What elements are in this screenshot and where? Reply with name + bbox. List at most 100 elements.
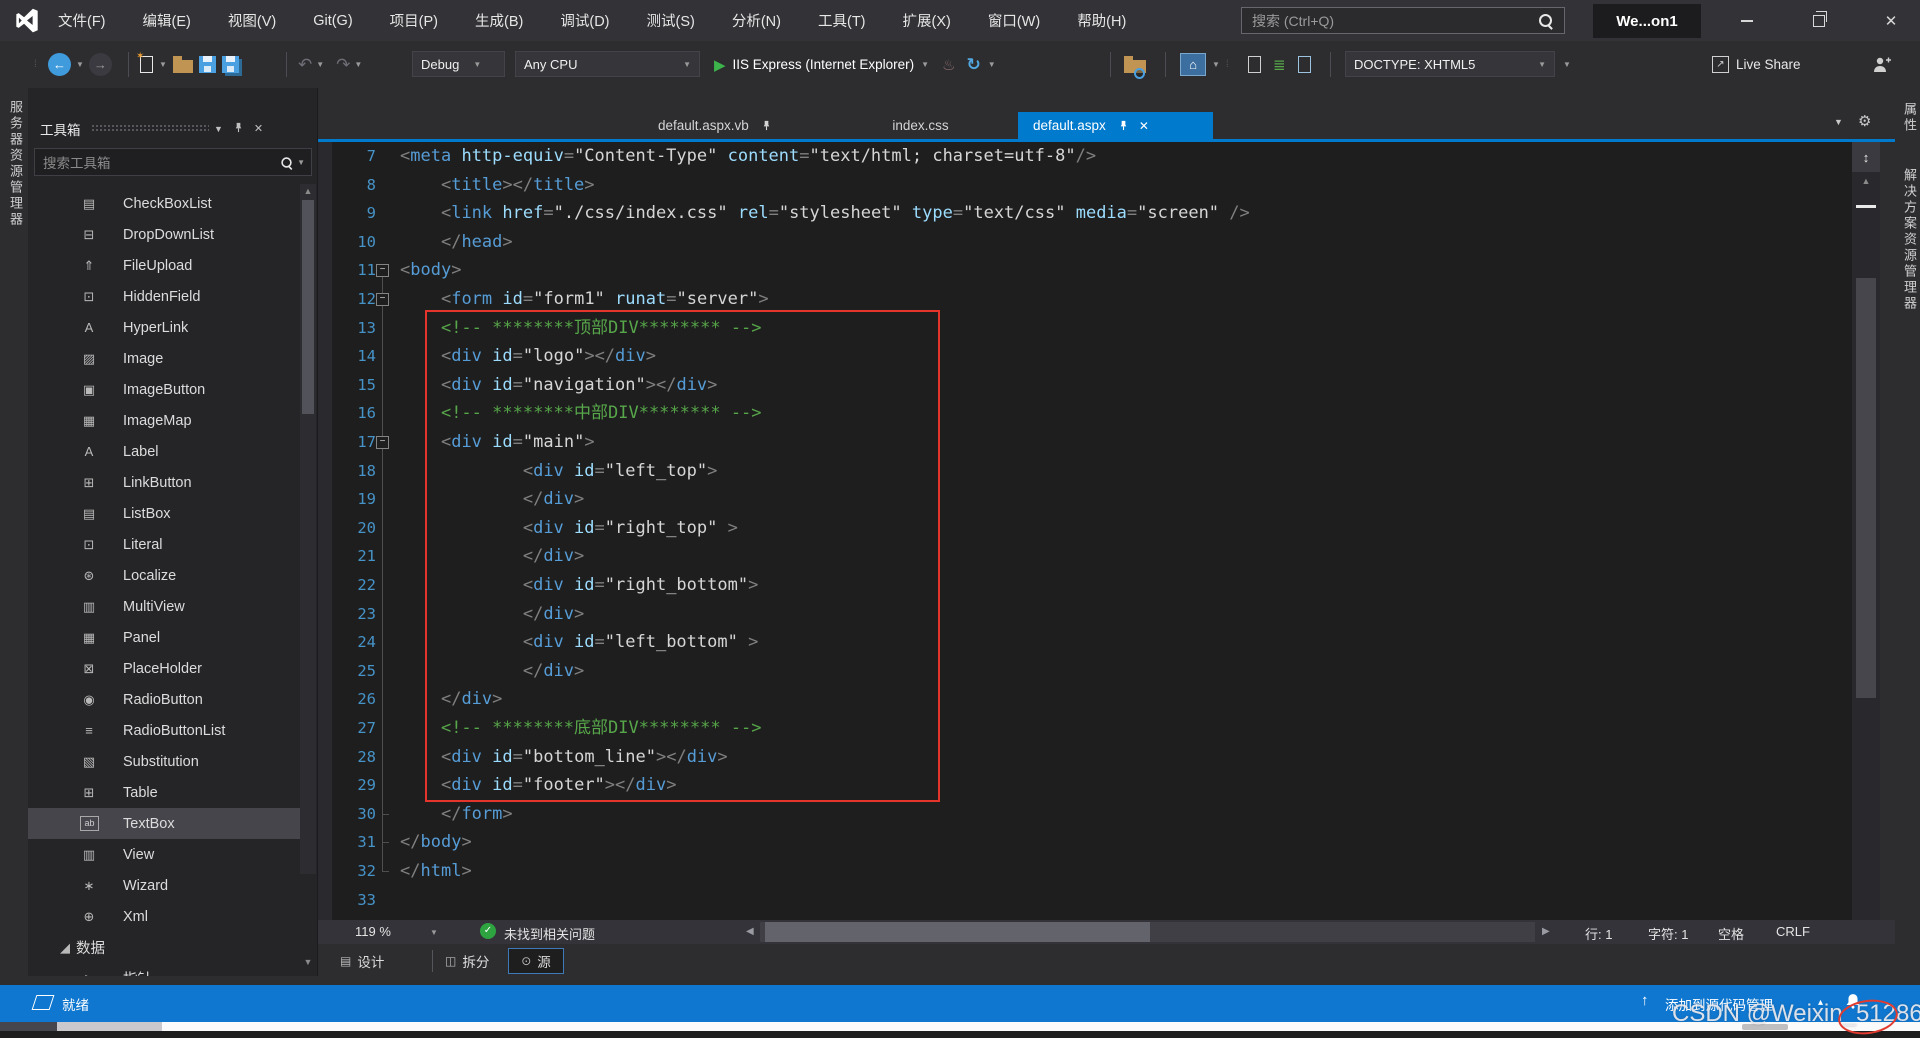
toolbox-item-substitution[interactable]: ▧Substitution <box>28 746 300 777</box>
editor-scrollbar-thumb[interactable] <box>1856 278 1876 698</box>
solution-configuration-dropdown[interactable]: Debug▼ <box>412 51 505 77</box>
hscroll-left-icon[interactable]: ◀ <box>746 926 754 937</box>
menu-item-3[interactable]: Git(G) <box>313 13 352 29</box>
code-line-8[interactable]: 8 <title></title> <box>318 171 1852 200</box>
toolbox-item-textbox[interactable]: abTextBox <box>28 808 300 839</box>
start-debug-button[interactable]: IIS Express (Internet Explorer) <box>733 57 915 72</box>
scroll-up-icon[interactable]: ▲ <box>1852 176 1880 192</box>
code-line-33[interactable]: 33 <box>318 886 1852 915</box>
toolbar-overflow-button[interactable]: ▼ <box>1563 60 1571 69</box>
menu-item-7[interactable]: 测试(S) <box>647 10 695 31</box>
toolbox-item-panel[interactable]: ▦Panel <box>28 622 300 653</box>
server-explorer-vertical-tab[interactable]: 服务器资源管理器 <box>6 100 25 228</box>
hot-reload-icon[interactable]: ♨ <box>942 56 955 74</box>
toolbox-item-multiview[interactable]: ▥MultiView <box>28 591 300 622</box>
code-line-30[interactable]: 30 </form> <box>318 800 1852 829</box>
redo-button[interactable]: ↷ <box>336 55 350 75</box>
source-view-button[interactable]: ⊙ 源 <box>508 948 564 974</box>
menu-item-10[interactable]: 扩展(X) <box>903 10 951 31</box>
toolbox-item-label[interactable]: ALabel <box>28 436 300 467</box>
toolbox-item-fileupload[interactable]: ⇑FileUpload <box>28 250 300 281</box>
code-line-31[interactable]: 31</body> <box>318 828 1852 857</box>
live-share-button[interactable]: Live Share <box>1736 57 1801 72</box>
toolbox-item-imagebutton[interactable]: ▣ImageButton <box>28 374 300 405</box>
open-file-button[interactable] <box>173 60 193 73</box>
navigate-forward-button[interactable]: → <box>89 53 112 76</box>
toolbox-item-linkbutton[interactable]: ⊞LinkButton <box>28 467 300 498</box>
toolbox-item-radiobutton[interactable]: ◉RadioButton <box>28 684 300 715</box>
code-line-11[interactable]: 11−<body> <box>318 256 1852 285</box>
global-search-input[interactable]: 搜索 (Ctrl+Q) <box>1241 7 1565 34</box>
document-dropdown-caret-icon[interactable]: ▼ <box>1834 117 1843 127</box>
toolbox-drag-texture[interactable] <box>91 124 209 133</box>
properties-vertical-tab[interactable]: 属性 <box>1900 102 1919 134</box>
browse-home-button[interactable]: ⌂ <box>1180 53 1206 76</box>
toolbox-item-table[interactable]: ⊞Table <box>28 777 300 808</box>
menu-item-12[interactable]: 帮助(H) <box>1077 10 1126 31</box>
horizontal-scrollbar-thumb[interactable] <box>765 922 1150 942</box>
toolbar-drag-handle[interactable]: ⁞ <box>34 59 38 70</box>
tab-pin-icon[interactable] <box>1118 120 1129 131</box>
toolbox-scroll-down-icon[interactable]: ▼ <box>300 957 316 967</box>
undo-caret-icon[interactable]: ▼ <box>316 60 324 69</box>
toolbox-item-hiddenfield[interactable]: ⊡HiddenField <box>28 281 300 312</box>
toolbar-drag-handle-2[interactable]: ⁞ <box>1226 59 1229 70</box>
editor-splitter-handle[interactable]: ↕ <box>1852 142 1880 172</box>
menu-item-5[interactable]: 生成(B) <box>475 10 523 31</box>
zoom-caret-icon[interactable]: ▼ <box>430 928 438 937</box>
close-button[interactable]: ✕ <box>1868 0 1914 41</box>
toolbox-scrollbar[interactable]: ▲ <box>300 184 316 874</box>
toolbox-item-xml[interactable]: ⊕Xml <box>28 901 300 932</box>
fold-collapse-icon[interactable]: − <box>376 264 389 277</box>
start-debug-play-icon[interactable]: ▶ <box>714 56 726 74</box>
code-line-9[interactable]: 9 <link href="./css/index.css" rel="styl… <box>318 199 1852 228</box>
document-health-check-icon[interactable]: ✓ <box>480 923 496 939</box>
menu-item-0[interactable]: 文件(F) <box>58 10 106 31</box>
toolbox-item-imagemap[interactable]: ▦ImageMap <box>28 405 300 436</box>
toolbox-item-listbox[interactable]: ▤ListBox <box>28 498 300 529</box>
toolbox-scrollbar-thumb[interactable] <box>302 200 314 414</box>
toolbox-item-placeholder[interactable]: ⊠PlaceHolder <box>28 653 300 684</box>
design-view-button[interactable]: ▤ 设计 <box>340 951 384 971</box>
split-view-button[interactable]: ◫ 拆分 <box>445 951 489 971</box>
code-line-32[interactable]: 32</html> <box>318 857 1852 886</box>
format-lines-icon[interactable]: ≣ <box>1273 56 1286 74</box>
restore-button[interactable] <box>1796 0 1842 41</box>
menu-item-11[interactable]: 窗口(W) <box>988 10 1040 31</box>
format-document-icon[interactable] <box>1248 56 1261 73</box>
feedback-person-icon[interactable] <box>1872 56 1892 74</box>
menu-item-6[interactable]: 调试(D) <box>560 10 609 31</box>
toolbox-item-数据[interactable]: ◢数据 <box>28 932 300 963</box>
start-debug-caret-icon[interactable]: ▼ <box>921 60 929 69</box>
toolbox-pin-icon[interactable] <box>229 122 249 136</box>
undo-button[interactable]: ↶ <box>298 55 312 75</box>
code-line-7[interactable]: 7<meta http-equiv="Content-Type" content… <box>318 142 1852 171</box>
find-in-files-button[interactable] <box>1124 60 1146 73</box>
menu-item-9[interactable]: 工具(T) <box>818 10 866 31</box>
save-all-button[interactable] <box>222 56 239 73</box>
toolbox-item-checkboxlist[interactable]: ▤CheckBoxList <box>28 188 300 219</box>
minimize-button[interactable] <box>1724 0 1770 41</box>
refresh-caret-icon[interactable]: ▼ <box>988 60 996 69</box>
solution-platform-dropdown[interactable]: Any CPU▼ <box>515 51 700 77</box>
space-mode-indicator[interactable]: 空格 <box>1718 924 1744 943</box>
caret-line-indicator[interactable]: 行: 1 <box>1585 924 1612 943</box>
tab-pin-icon[interactable] <box>761 120 772 131</box>
navigate-back-caret-icon[interactable]: ▼ <box>76 60 84 69</box>
toolbox-item-dropdownlist[interactable]: ⊟DropDownList <box>28 219 300 250</box>
eol-mode-indicator[interactable]: CRLF <box>1776 924 1810 939</box>
tab-close-icon[interactable]: ✕ <box>1139 119 1149 133</box>
editor-settings-gear-icon[interactable]: ⚙ <box>1858 112 1871 130</box>
toolbox-item-hyperlink[interactable]: AHyperLink <box>28 312 300 343</box>
browse-home-caret-icon[interactable]: ▼ <box>1212 60 1220 69</box>
menu-item-4[interactable]: 项目(P) <box>390 10 438 31</box>
toolbox-item-radiobuttonlist[interactable]: ≡RadioButtonList <box>28 715 300 746</box>
tab-index-css[interactable]: index.css <box>863 112 978 139</box>
toolbox-item-指针[interactable]: ➤指针 <box>28 963 300 976</box>
save-button[interactable] <box>199 56 216 73</box>
fold-collapse-icon[interactable]: − <box>376 293 389 306</box>
new-file-button[interactable]: ✶ <box>140 56 153 73</box>
caret-char-indicator[interactable]: 字符: 1 <box>1648 924 1688 943</box>
navigate-back-button[interactable]: ← <box>48 53 71 76</box>
horizontal-scrollbar[interactable] <box>760 922 1535 942</box>
